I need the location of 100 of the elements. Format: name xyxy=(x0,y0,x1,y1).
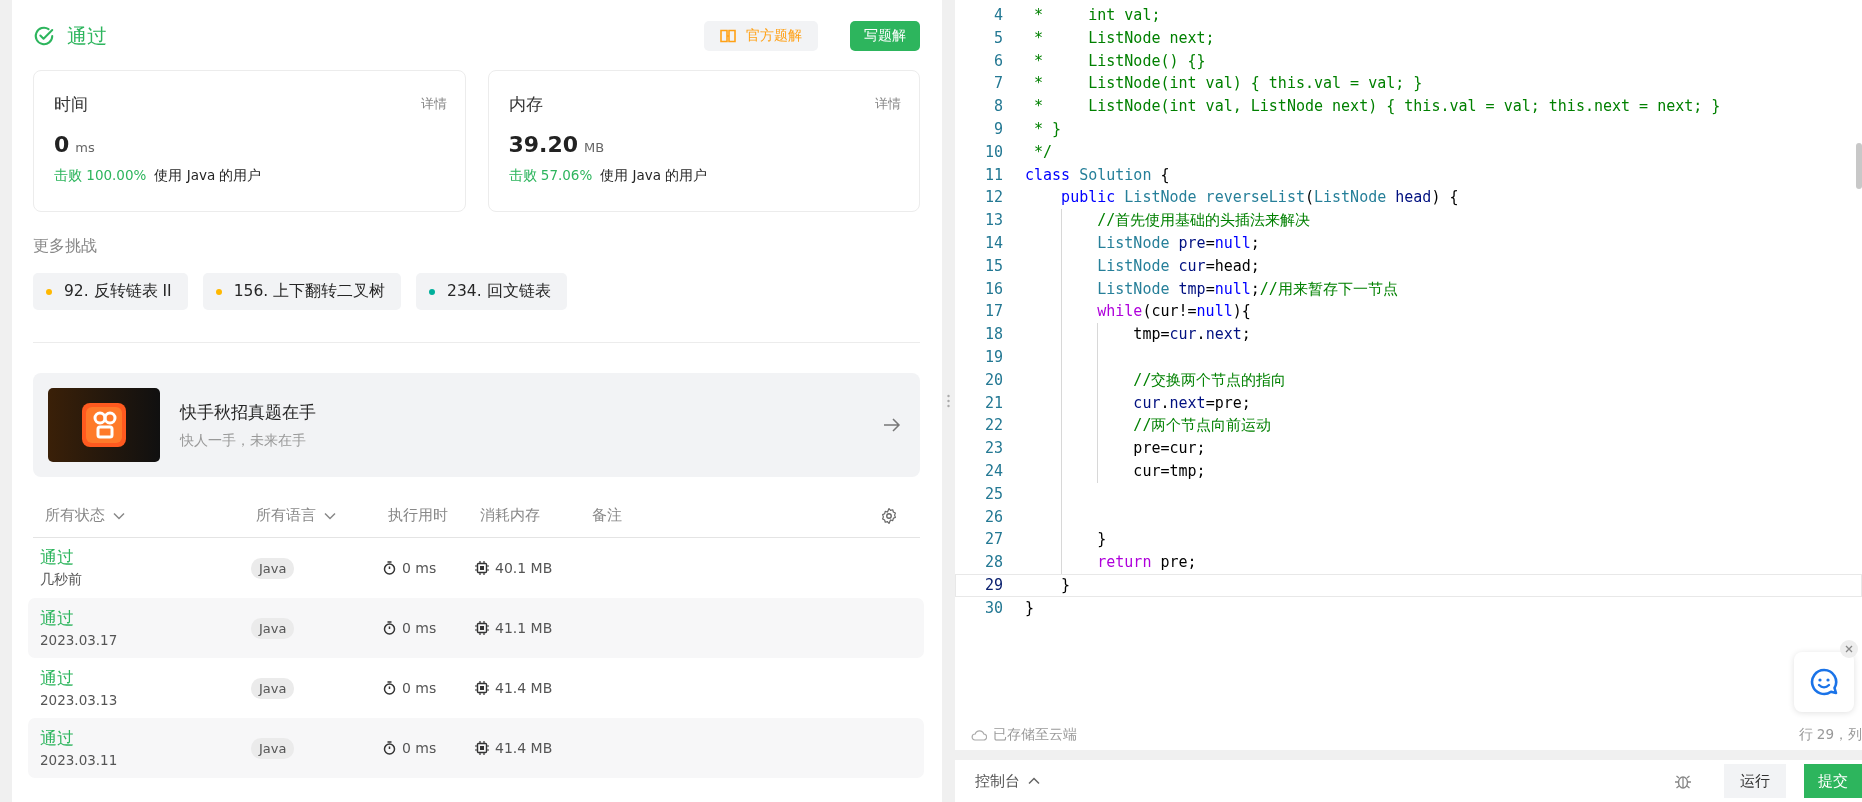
code-line: ListNode cur=head; xyxy=(1096,256,1260,275)
write-solution-button[interactable]: 写题解 xyxy=(850,21,920,51)
line-number: 4 xyxy=(992,5,1004,26)
code-line: } xyxy=(1025,598,1035,617)
language-tag: Java xyxy=(251,617,295,639)
problem-chip[interactable]: 92. 反转链表 II xyxy=(33,273,188,310)
line-number: 6 xyxy=(992,50,1004,72)
stopwatch-icon xyxy=(383,561,396,575)
submit-button[interactable]: 提交 xyxy=(1804,764,1862,798)
book-icon xyxy=(720,29,736,43)
line-number: 20 xyxy=(983,369,1004,391)
drag-handle-icon[interactable] xyxy=(947,394,950,408)
console-toggle[interactable]: 控制台 xyxy=(975,771,1020,791)
column-header: 执行用时 xyxy=(388,506,448,525)
code-line: while(cur!=null){ xyxy=(1096,302,1251,321)
chip-icon xyxy=(475,561,489,575)
stat-value: 39.20 xyxy=(508,132,579,157)
line-number: 8 xyxy=(992,96,1004,118)
line-number: 5 xyxy=(992,27,1004,49)
runtime-text: 0 ms xyxy=(402,740,437,756)
status-link[interactable]: 通过 xyxy=(40,668,251,690)
submission-time: 2023.03.17 xyxy=(40,632,119,648)
check-circle-icon xyxy=(33,25,55,47)
submission-time: 几秒前 xyxy=(40,571,83,589)
line-number: 18 xyxy=(983,324,1004,346)
runtime-text: 0 ms xyxy=(402,680,437,696)
runtime-text: 0 ms xyxy=(402,560,437,576)
submission-time: 2023.03.11 xyxy=(40,752,119,768)
line-number: 10 xyxy=(983,141,1004,163)
column-header[interactable]: 所有语言 xyxy=(256,506,316,525)
column-header[interactable]: 所有状态 xyxy=(45,506,105,525)
code-line: return pre; xyxy=(1096,553,1197,572)
line-number: 26 xyxy=(983,506,1004,528)
memory-text: 41.4 MB xyxy=(495,680,553,696)
memory-text: 40.1 MB xyxy=(495,560,553,576)
chip-icon xyxy=(475,681,489,695)
problem-chip[interactable]: 234. 回文链表 xyxy=(416,273,567,310)
code-line: ListNode tmp=null;//用来暂存下一节点 xyxy=(1096,279,1398,298)
line-number: 7 xyxy=(992,73,1004,95)
status-link[interactable]: 通过 xyxy=(40,608,251,630)
line-number: 23 xyxy=(983,438,1004,460)
feedback-button[interactable] xyxy=(1794,652,1854,712)
column-header: 备注 xyxy=(592,506,622,525)
stat-value: 0 xyxy=(54,132,70,157)
details-link[interactable]: 详情 xyxy=(875,95,901,113)
save-status: 已存储至云端 xyxy=(993,726,1077,744)
line-number: 12 xyxy=(983,187,1004,209)
submission-time: 2023.03.13 xyxy=(40,692,119,708)
language-tag: Java xyxy=(251,677,295,699)
code-line: ListNode pre=null; xyxy=(1096,233,1260,252)
stopwatch-icon xyxy=(383,681,396,695)
code-line: tmp=cur.next; xyxy=(1132,325,1251,344)
chevron-down-icon xyxy=(113,511,125,520)
line-number: 27 xyxy=(983,529,1004,551)
code-line: class Solution { xyxy=(1025,165,1170,184)
code-line: * int val; xyxy=(1033,6,1161,24)
line-number: 19 xyxy=(983,346,1004,368)
stat-unit: ms xyxy=(75,140,95,155)
status-link[interactable]: 通过 xyxy=(40,728,251,750)
problem-chip[interactable]: 156. 上下翻转二叉树 xyxy=(202,273,402,310)
language-tag: Java xyxy=(251,737,295,759)
status-link[interactable]: 通过 xyxy=(40,547,251,569)
stat-title: 时间 xyxy=(54,93,88,116)
code-line: cur.next=pre; xyxy=(1132,393,1251,412)
stat-title: 内存 xyxy=(508,93,543,116)
code-line: //首先使用基础的头插法来解决 xyxy=(1096,211,1311,230)
result-status: 通过 xyxy=(67,22,107,50)
code-line: pre=cur; xyxy=(1132,439,1206,458)
code-line: } xyxy=(1096,530,1107,549)
close-icon[interactable] xyxy=(1840,640,1858,658)
code-line: * } xyxy=(1033,120,1062,138)
chevron-down-icon xyxy=(324,511,336,520)
banner-title: 快手秋招真题在手 xyxy=(180,400,317,424)
language-tag: Java xyxy=(251,557,295,579)
details-link[interactable]: 详情 xyxy=(420,95,447,113)
stopwatch-icon xyxy=(383,621,396,635)
code-line: //两个节点向前运动 xyxy=(1132,416,1272,435)
column-header: 消耗内存 xyxy=(480,506,540,525)
code-line: * ListNode(int val) { this.val = val; } xyxy=(1033,74,1423,93)
line-number: 28 xyxy=(983,552,1004,574)
cloud-icon xyxy=(971,729,987,741)
run-button[interactable]: 运行 xyxy=(1724,764,1786,798)
chevron-up-icon xyxy=(1028,777,1040,785)
memory-text: 41.4 MB xyxy=(495,740,553,756)
beat-text: 使用 Java 的用户 xyxy=(154,167,262,185)
line-number: 21 xyxy=(983,392,1004,414)
line-number: 22 xyxy=(983,415,1004,437)
code-line: * ListNode() {} xyxy=(1033,51,1206,70)
chip-icon xyxy=(475,621,489,635)
line-number: 16 xyxy=(983,278,1004,300)
settings-icon[interactable] xyxy=(880,507,898,525)
code-line: } xyxy=(1060,575,1071,594)
beat-text: 使用 Java 的用户 xyxy=(600,167,708,185)
promo-banner[interactable]: 快手秋招真题在手 快人一手，未来在手 xyxy=(33,373,920,477)
line-number: 29 xyxy=(983,574,1004,596)
line-number: 17 xyxy=(983,301,1004,323)
line-number: 14 xyxy=(983,232,1004,254)
smiley-chat-icon xyxy=(1809,667,1839,697)
beat-percent: 击败 100.00% xyxy=(54,167,147,185)
beat-percent: 击败 57.06% xyxy=(508,167,593,185)
